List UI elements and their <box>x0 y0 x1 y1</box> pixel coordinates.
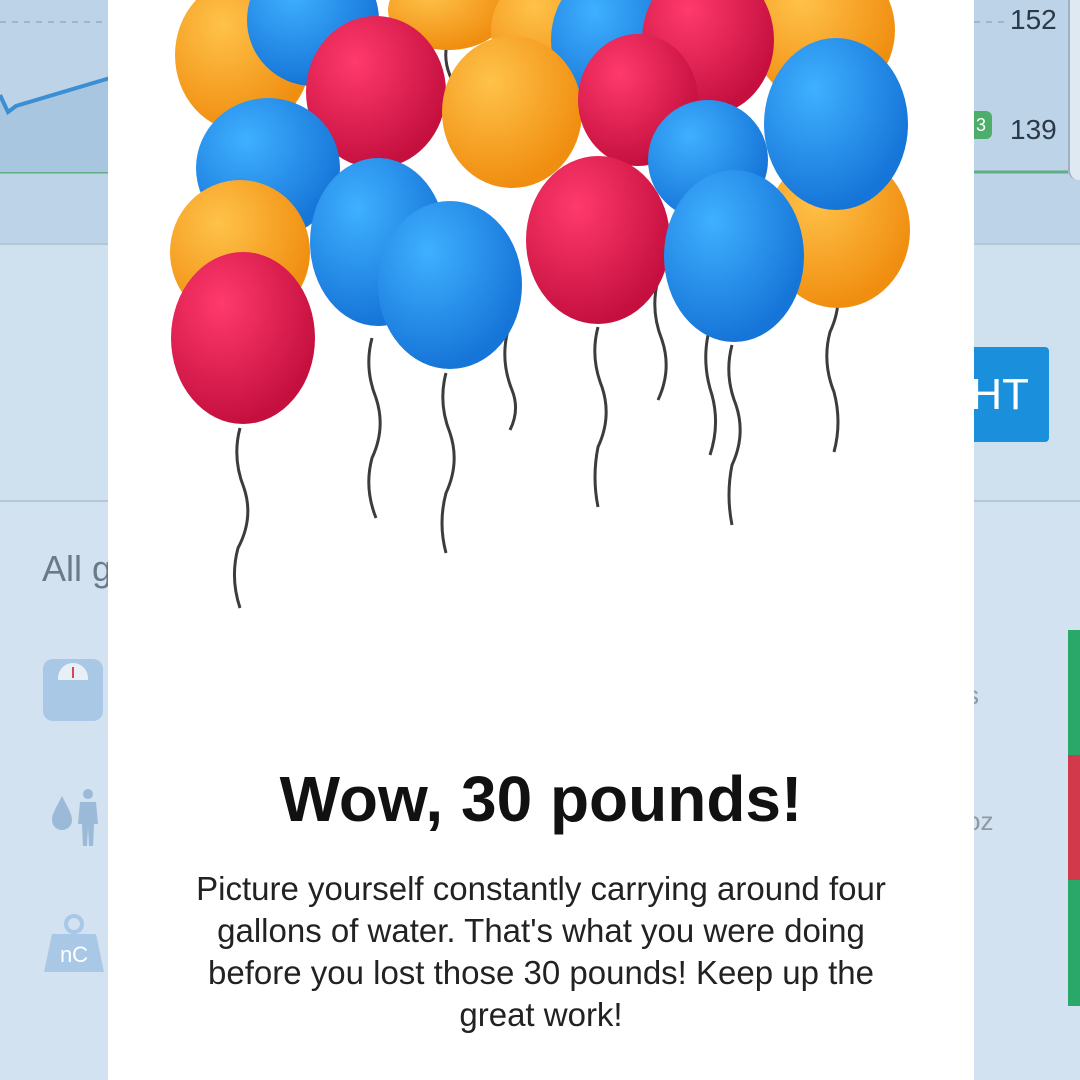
chart-value-top: 152 <box>1010 4 1057 35</box>
all-goals-label: All g <box>42 548 113 589</box>
status-strip-green <box>1068 880 1080 1006</box>
status-strip-red <box>1068 755 1080 880</box>
water-body-icon[interactable] <box>48 786 104 855</box>
chart-value-bottom: 139 <box>1010 114 1057 145</box>
status-strip-green <box>1068 630 1080 755</box>
scroll-edge <box>1068 0 1080 180</box>
dialog-message: Picture yourself constantly carrying aro… <box>196 870 886 1033</box>
scale-icon[interactable] <box>42 658 104 727</box>
celebration-dialog: Wow, 30 pounds! Picture yourself constan… <box>108 0 974 1080</box>
dialog-title: Wow, 30 pounds! <box>279 763 803 835</box>
weight-nc-icon[interactable]: nC <box>42 912 106 979</box>
nc-label: nC <box>60 942 88 967</box>
balloons-illustration <box>170 0 910 609</box>
